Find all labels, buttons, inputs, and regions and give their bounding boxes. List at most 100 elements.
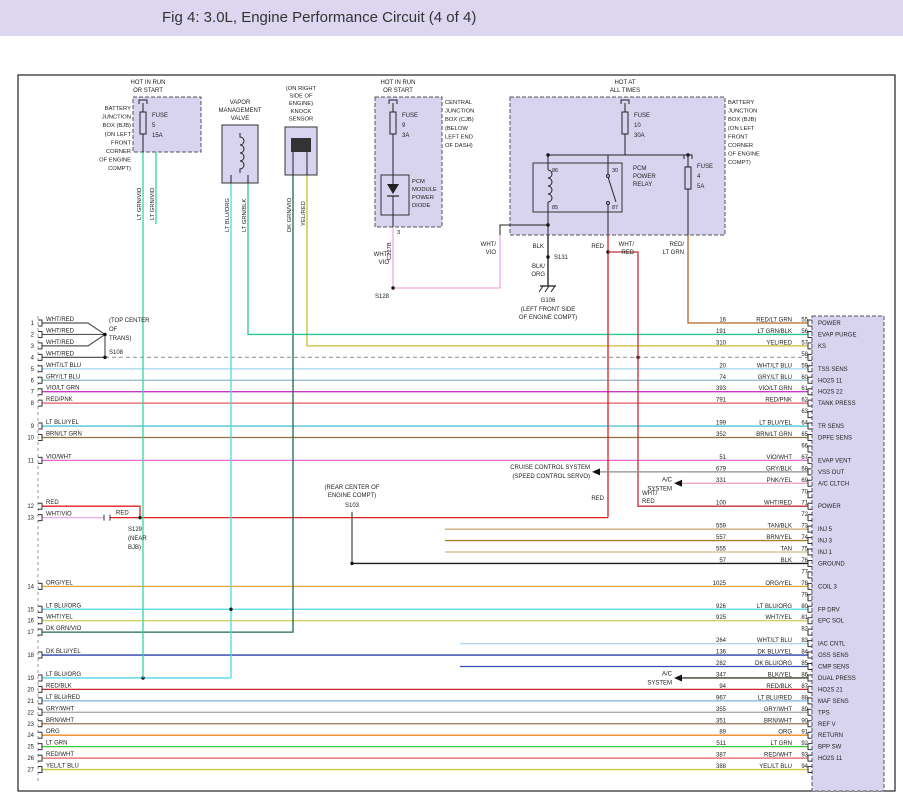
svg-text:INJ 3: INJ 3 — [818, 539, 833, 545]
svg-text:51: 51 — [719, 455, 726, 461]
svg-text:RED/: RED/ — [670, 242, 685, 248]
svg-text:OF DASH): OF DASH) — [445, 143, 473, 149]
svg-text:RED/BLK: RED/BLK — [766, 684, 792, 690]
svg-text:PCM: PCM — [633, 166, 646, 172]
svg-text:92: 92 — [801, 741, 808, 747]
svg-text:COMPT): COMPT) — [108, 166, 131, 172]
svg-text:VIO/WHT: VIO/WHT — [766, 455, 792, 461]
svg-text:56: 56 — [801, 329, 808, 335]
title-bar: Fig 4: 3.0L, Engine Performance Circuit … — [0, 0, 903, 36]
svg-text:74: 74 — [801, 535, 808, 541]
svg-text:TAN/BLK: TAN/BLK — [767, 524, 792, 530]
svg-text:84: 84 — [801, 650, 808, 656]
svg-text:RED: RED — [591, 496, 604, 502]
svg-text:LT GRN/BLK: LT GRN/BLK — [242, 199, 248, 232]
svg-text:RED/LT GRN: RED/LT GRN — [756, 318, 792, 324]
svg-text:RED: RED — [116, 511, 129, 517]
svg-text:HO2S 11: HO2S 11 — [818, 378, 843, 384]
svg-text:DK BLU/YEL: DK BLU/YEL — [757, 650, 792, 656]
svg-text:VIO: VIO — [486, 250, 497, 256]
svg-text:SIDE OF: SIDE OF — [289, 94, 313, 100]
svg-text:EVAP VENT: EVAP VENT — [818, 458, 851, 464]
svg-text:310: 310 — [716, 340, 727, 346]
svg-text:BOX (BJB): BOX (BJB) — [103, 123, 131, 129]
svg-text:20: 20 — [719, 363, 726, 369]
svg-text:(REAR CENTER OF: (REAR CENTER OF — [324, 485, 379, 491]
svg-text:HOT IN RUN: HOT IN RUN — [381, 80, 416, 86]
svg-text:FUSE: FUSE — [697, 164, 713, 170]
svg-text:CORNER: CORNER — [106, 149, 131, 155]
svg-text:RED/BLK: RED/BLK — [46, 683, 72, 689]
svg-text:FRONT: FRONT — [111, 140, 131, 146]
svg-text:WHT/RED: WHT/RED — [46, 328, 75, 334]
svg-text:VALVE: VALVE — [231, 116, 249, 122]
wiring-diagram: FUSE515AFUSE93APCMMODULEPOWERDIODEFUSE10… — [0, 0, 903, 796]
svg-text:LT BLU/YEL: LT BLU/YEL — [46, 420, 79, 426]
svg-text:LT BLU/ORG: LT BLU/ORG — [225, 198, 231, 232]
svg-text:OF ENGINE: OF ENGINE — [99, 158, 131, 164]
svg-text:89: 89 — [719, 730, 726, 736]
svg-text:EVAP PURGE: EVAP PURGE — [818, 332, 856, 338]
svg-text:85: 85 — [552, 205, 558, 211]
svg-text:393: 393 — [716, 386, 727, 392]
svg-text:136: 136 — [716, 650, 727, 656]
svg-text:LT GRN/VIO: LT GRN/VIO — [150, 187, 156, 220]
svg-text:85: 85 — [801, 661, 808, 667]
svg-text:67: 67 — [801, 455, 808, 461]
svg-text:KNOCK: KNOCK — [291, 109, 312, 115]
svg-text:70: 70 — [801, 489, 808, 495]
svg-text:199: 199 — [716, 421, 727, 427]
svg-text:VIO/WHT: VIO/WHT — [46, 454, 72, 460]
svg-text:11: 11 — [28, 458, 35, 464]
svg-text:YEL/LT BLU: YEL/LT BLU — [759, 764, 792, 770]
svg-text:WHT/RED: WHT/RED — [46, 317, 75, 323]
svg-text:BRN/YEL: BRN/YEL — [766, 535, 792, 541]
svg-text:926: 926 — [716, 604, 727, 610]
svg-text:LT BLU/ORG: LT BLU/ORG — [46, 672, 81, 678]
svg-text:WHT/YEL: WHT/YEL — [46, 615, 73, 621]
svg-text:HO2S 11: HO2S 11 — [818, 756, 843, 762]
svg-text:94: 94 — [719, 684, 726, 690]
svg-text:BJB): BJB) — [128, 545, 141, 551]
svg-text:WHT/LT BLU: WHT/LT BLU — [757, 638, 792, 644]
svg-text:GRY/LT BLU: GRY/LT BLU — [758, 375, 792, 381]
svg-text:65: 65 — [801, 432, 808, 438]
svg-text:14: 14 — [27, 584, 34, 590]
svg-text:13: 13 — [27, 516, 34, 522]
svg-text:WHT/YEL: WHT/YEL — [765, 615, 792, 621]
svg-text:91: 91 — [801, 730, 808, 736]
svg-text:ALL TIMES: ALL TIMES — [610, 88, 640, 94]
svg-text:LT GRN/VIO: LT GRN/VIO — [137, 187, 143, 220]
svg-text:SENSOR: SENSOR — [289, 116, 313, 122]
svg-text:72: 72 — [801, 512, 808, 518]
svg-text:DUAL PRESS: DUAL PRESS — [818, 676, 856, 682]
svg-text:DK GRN/VIO: DK GRN/VIO — [287, 197, 293, 232]
svg-text:(LEFT FRONT SIDE: (LEFT FRONT SIDE — [521, 307, 575, 313]
svg-text:OF ENGINE COMPT): OF ENGINE COMPT) — [519, 315, 577, 321]
svg-text:HO2S 22: HO2S 22 — [818, 390, 843, 396]
svg-text:77: 77 — [801, 569, 808, 575]
svg-text:30A: 30A — [634, 133, 645, 139]
svg-text:WHT/RED: WHT/RED — [764, 501, 793, 507]
svg-text:OSS SENS: OSS SENS — [818, 653, 849, 659]
svg-text:LT BLU/YEL: LT BLU/YEL — [759, 421, 792, 427]
svg-text:387: 387 — [716, 753, 727, 759]
svg-text:17: 17 — [27, 630, 34, 636]
svg-text:331: 331 — [716, 478, 727, 484]
svg-text:GRY/WHT: GRY/WHT — [46, 706, 75, 712]
svg-text:(NEAR: (NEAR — [128, 536, 147, 542]
svg-text:(SPEED CONTROL SERVO): (SPEED CONTROL SERVO) — [512, 474, 590, 480]
svg-text:GROUND: GROUND — [818, 561, 845, 567]
svg-text:90: 90 — [801, 718, 808, 724]
svg-text:26: 26 — [27, 756, 34, 762]
svg-text:967: 967 — [716, 695, 727, 701]
svg-text:DK BLU/ORG: DK BLU/ORG — [755, 661, 792, 667]
svg-text:WHT/: WHT/ — [619, 242, 635, 248]
svg-text:DK BLU/YEL: DK BLU/YEL — [46, 649, 81, 655]
svg-text:RED: RED — [46, 500, 59, 506]
svg-text:VIO/LT GRN: VIO/LT GRN — [46, 386, 79, 392]
svg-text:C227B: C227B — [387, 242, 393, 260]
svg-text:OR START: OR START — [133, 88, 163, 94]
svg-text:(ON LEFT: (ON LEFT — [105, 132, 132, 138]
svg-text:COMPT): COMPT) — [728, 160, 751, 166]
